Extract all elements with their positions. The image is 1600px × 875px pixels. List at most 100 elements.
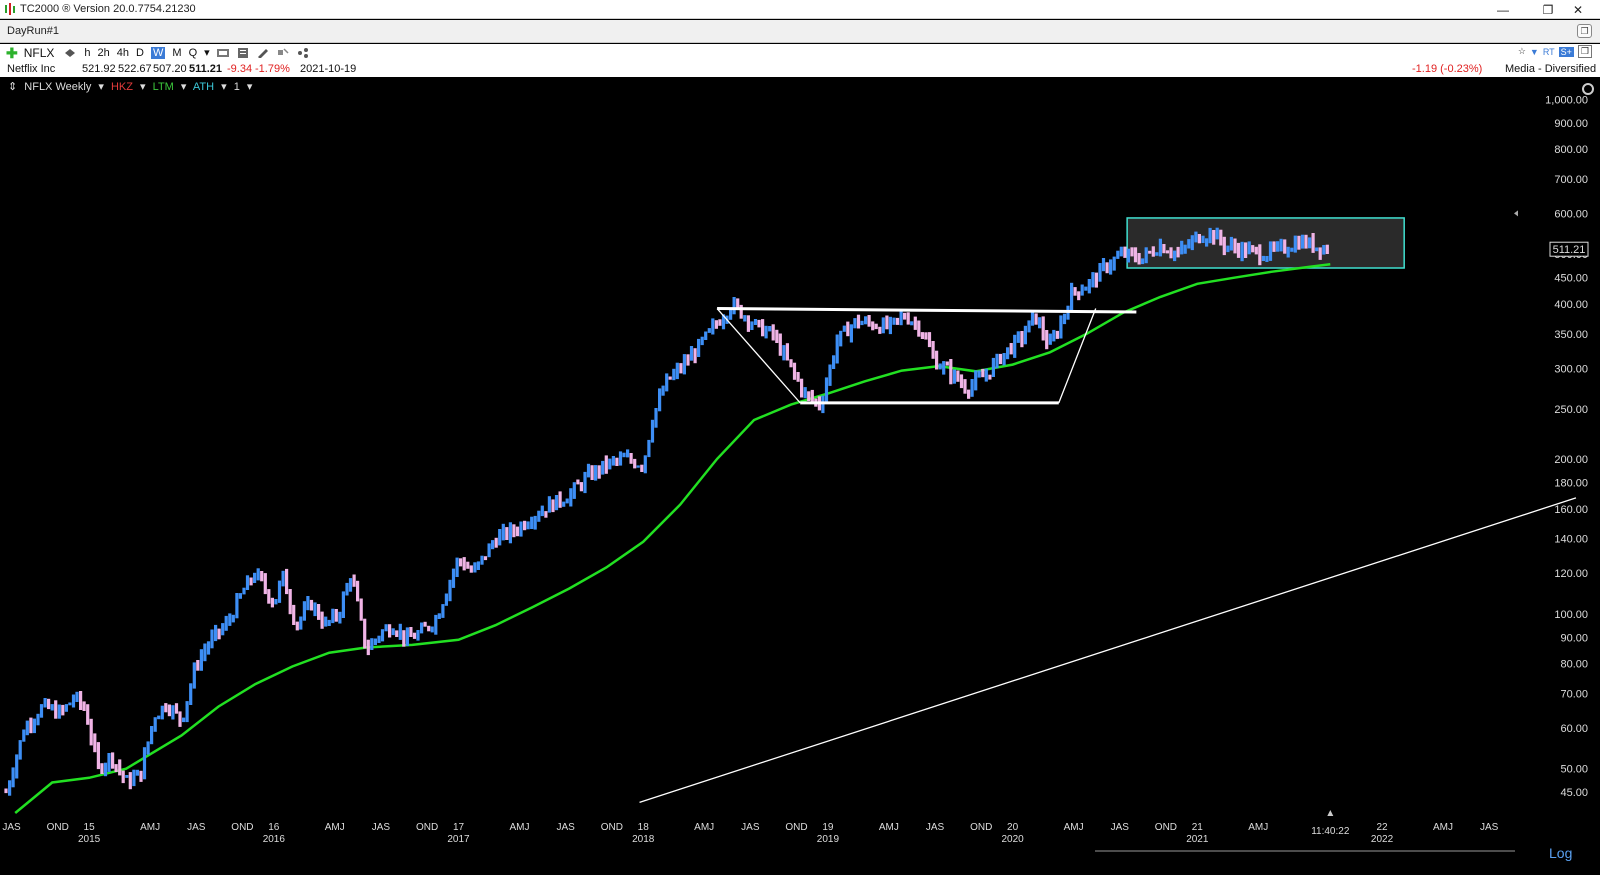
price-bar-up: [842, 325, 846, 332]
chevron-down-icon[interactable]: ▾: [98, 81, 104, 93]
price-bar-up: [1229, 236, 1233, 251]
price-bar-down: [1311, 233, 1315, 253]
price-chart[interactable]: 1,000.00900.00800.00700.00600.00500.0045…: [0, 78, 1600, 875]
timeframe-h[interactable]: h: [84, 47, 90, 59]
gear-icon[interactable]: [1582, 83, 1594, 95]
price-bar-up: [853, 318, 857, 329]
price-bar-down: [292, 604, 296, 625]
pane-number[interactable]: 1: [234, 81, 240, 93]
price-bar-down: [1176, 246, 1180, 258]
chevron-down-icon[interactable]: ▾: [140, 81, 146, 93]
timeframe-w[interactable]: W: [151, 46, 166, 59]
indicator-hkz[interactable]: HKZ: [111, 81, 133, 93]
chevron-down-icon[interactable]: ▾: [221, 81, 227, 93]
price-bar-down: [867, 315, 871, 327]
price-bar-down: [96, 742, 100, 770]
close-button[interactable]: ✕: [1555, 0, 1600, 19]
chart-style-icon[interactable]: [216, 48, 229, 58]
price-bar-down: [856, 314, 861, 329]
draw-pencil-icon[interactable]: [257, 48, 269, 58]
price-bar-down: [114, 764, 118, 772]
time-axis-label: 21: [1192, 822, 1204, 833]
price-bar-up: [984, 368, 988, 382]
price-bar-up: [1155, 252, 1159, 256]
price-bar-down: [466, 561, 470, 569]
price-bar-down: [1045, 330, 1049, 350]
price-bar-down: [949, 359, 953, 385]
timeframe-d[interactable]: D: [136, 47, 144, 59]
ticker-tape-icon[interactable]: [64, 48, 76, 58]
price-bar-up: [189, 683, 193, 705]
chart-title[interactable]: NFLX Weekly: [24, 81, 91, 93]
time-axis-label: OND: [970, 822, 992, 833]
price-bar-up: [245, 575, 250, 590]
price-bar-up: [1023, 325, 1027, 345]
log-scale-toggle[interactable]: Log: [1549, 845, 1572, 861]
price-bar-up: [650, 419, 655, 443]
price-bar-down: [89, 718, 93, 746]
timeframe-2h[interactable]: 2h: [98, 47, 110, 59]
price-bar-up: [231, 614, 235, 623]
price-bar-up: [338, 611, 342, 624]
time-axis-label: OND: [785, 822, 807, 833]
timeframe-4h[interactable]: 4h: [117, 47, 129, 59]
symbol-input[interactable]: NFLX: [24, 46, 55, 60]
restore-pane-button[interactable]: ❐: [1577, 24, 1592, 38]
realtime-badge[interactable]: RT: [1543, 47, 1555, 57]
price-bar-up: [1141, 258, 1145, 265]
price-bar-down: [356, 580, 360, 602]
price-bar-up: [839, 330, 843, 347]
price-bar-up: [682, 354, 686, 375]
timeframe-q[interactable]: Q: [189, 47, 198, 59]
price-change-pct: -1.79%: [255, 63, 290, 75]
price-bar-up: [729, 308, 733, 320]
chart-pane[interactable]: 1,000.00900.00800.00700.00600.00500.0045…: [0, 78, 1600, 875]
share-icon[interactable]: [297, 47, 309, 58]
price-bar-down: [686, 354, 690, 366]
flag-icon[interactable]: ▼: [1530, 47, 1539, 57]
restore-window-icon[interactable]: ❐: [1577, 45, 1592, 58]
price-bar-up: [416, 630, 420, 641]
price-bar-down: [1133, 247, 1138, 263]
chevron-down-icon[interactable]: ▾: [181, 81, 187, 93]
price-bar-up: [238, 593, 242, 599]
price-bar-down: [178, 711, 182, 727]
layout-tab[interactable]: DayRun#1: [7, 25, 59, 37]
industry-label[interactable]: Media - Diversified: [1505, 63, 1596, 75]
price-bar-up: [977, 370, 981, 378]
price-bar-up: [974, 370, 978, 391]
price-bar-up: [1322, 245, 1326, 255]
splus-badge[interactable]: S+: [1558, 46, 1574, 57]
price-bar-up: [618, 451, 623, 466]
price-bar-down: [100, 763, 104, 774]
time-axis-label: AMJ: [879, 822, 899, 833]
time-axis-label: 22: [1376, 822, 1388, 833]
price-bar-down: [320, 611, 324, 629]
sort-arrows-icon[interactable]: ⇕: [8, 81, 17, 93]
indicator-ltm[interactable]: LTM: [153, 81, 174, 93]
time-marker-arrow: [1327, 810, 1334, 816]
price-bar-down: [505, 527, 509, 540]
indicator-ath[interactable]: ATH: [193, 81, 214, 93]
minimize-button[interactable]: —: [1480, 0, 1526, 19]
watchlist-icon[interactable]: [237, 47, 249, 58]
chevron-down-icon[interactable]: ▾: [204, 46, 210, 59]
price-bar-up: [380, 629, 385, 642]
star-icon[interactable]: ☆: [1518, 46, 1526, 57]
timeframe-m[interactable]: M: [172, 47, 181, 59]
price-bar-up: [1070, 282, 1074, 311]
chevron-down-icon[interactable]: ▾: [247, 81, 253, 93]
price-bar-up: [1109, 259, 1113, 275]
price-bar-up: [25, 720, 29, 736]
price-bar-down: [1105, 262, 1109, 274]
price-bar-up: [910, 321, 914, 326]
price-axis-label: 70.00: [1560, 688, 1588, 700]
price-bar-down: [118, 759, 122, 776]
annotation-icon[interactable]: [277, 47, 289, 58]
time-axis-label: 16: [268, 822, 280, 833]
price-bar-down: [1137, 253, 1141, 265]
add-symbol-button[interactable]: ✚: [6, 46, 18, 60]
price-axis-label: 60.00: [1560, 723, 1588, 735]
price-bar-down: [604, 455, 608, 474]
price-bar-up: [636, 465, 640, 468]
